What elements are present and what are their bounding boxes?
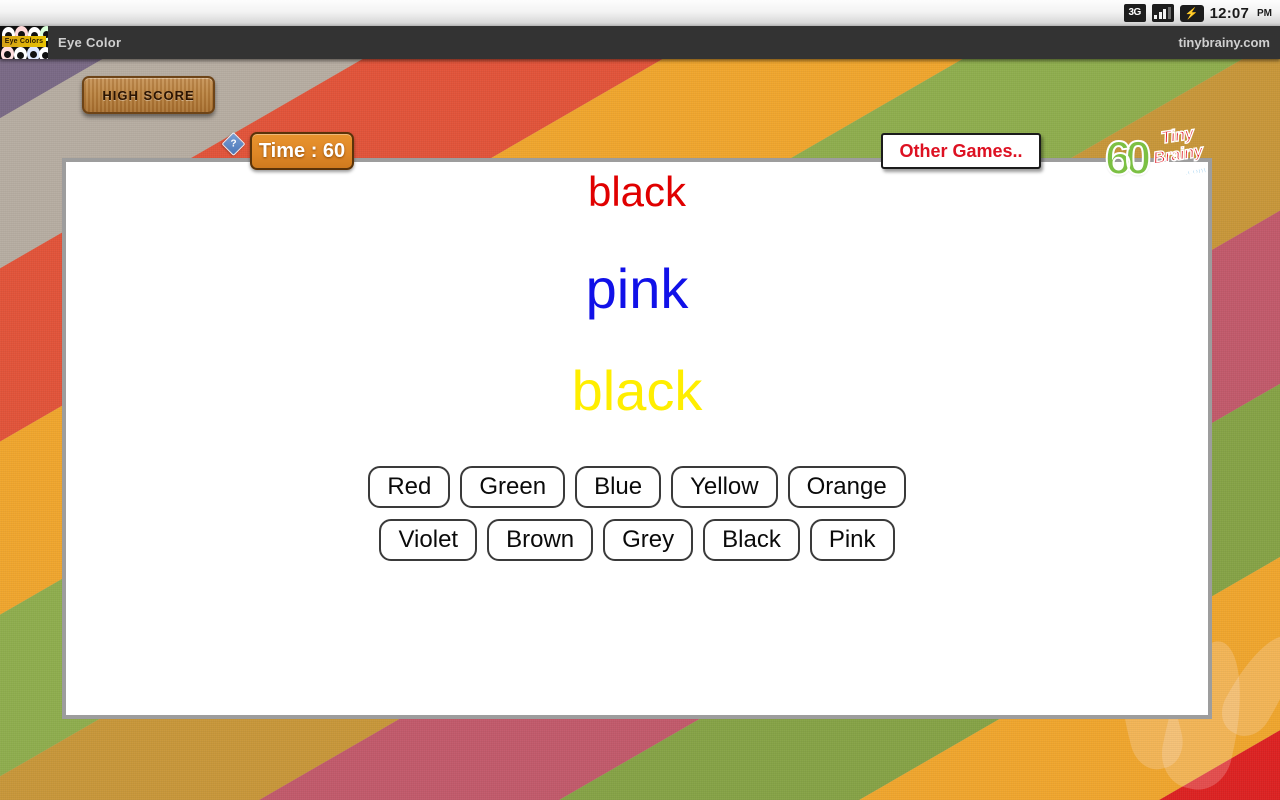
answer-button-brown[interactable]: Brown: [487, 519, 594, 561]
android-status-bar: 3G ⚡ 12:07 PM: [0, 0, 1280, 26]
app-title-bar: Eye Colors Eye Color tinybrainy.com: [0, 26, 1280, 59]
other-games-button[interactable]: Other Games..: [881, 133, 1041, 169]
status-bar-clock: 12:07: [1209, 4, 1249, 22]
answer-button-violet[interactable]: Violet: [379, 519, 478, 561]
battery-charging-icon: ⚡: [1179, 4, 1204, 22]
answer-button-orange[interactable]: Orange: [787, 466, 906, 508]
eye-colors-app-icon: Eye Colors: [0, 26, 48, 59]
help-question-icon[interactable]: ?: [221, 131, 246, 157]
answer-button-green[interactable]: Green: [460, 466, 566, 508]
game-panel: black pink black Red Green Blue Yellow Orang…: [62, 158, 1212, 719]
network-3g-icon: 3G: [1123, 4, 1146, 22]
logo-number: 60: [1104, 130, 1152, 185]
high-score-button[interactable]: HIGH SCORE: [82, 76, 215, 114]
app-icon-label: Eye Colors: [2, 36, 46, 47]
answer-button-red[interactable]: Red: [368, 466, 451, 508]
stimulus-word-1: black: [587, 168, 687, 215]
website-label: tinybrainy.com: [1178, 35, 1270, 50]
app-name: Eye Color: [58, 35, 122, 50]
logo-brand-tld: .com: [1184, 164, 1207, 178]
answer-button-grid: Red Green Blue Yellow Orange Violet Brown Grey B…: [66, 466, 1208, 572]
game-hud: HIGH SCORE ? Time : 60 Other Games.. 60 …: [0, 59, 1280, 185]
help-glyph: ?: [230, 138, 237, 150]
stimulus-word-3: black: [571, 359, 703, 422]
answer-row: Red Green Blue Yellow Orange: [66, 466, 1208, 508]
answer-button-grey[interactable]: Grey: [603, 519, 694, 561]
tinybrainy-logo[interactable]: 60 Tiny Brainy .com: [1104, 123, 1225, 187]
status-bar-ampm: PM: [1257, 7, 1272, 19]
logo-brand-line2: Brainy: [1151, 141, 1205, 169]
answer-row: Violet Brown Grey Black Pink: [66, 519, 1208, 561]
stimulus-word-2: pink: [585, 257, 689, 320]
answer-button-yellow[interactable]: Yellow: [671, 466, 778, 508]
timer-display: Time : 60: [250, 132, 354, 170]
answer-button-blue[interactable]: Blue: [575, 466, 662, 508]
signal-bars-icon: [1151, 4, 1174, 22]
answer-button-pink[interactable]: Pink: [809, 519, 895, 561]
answer-button-black[interactable]: Black: [703, 519, 800, 561]
